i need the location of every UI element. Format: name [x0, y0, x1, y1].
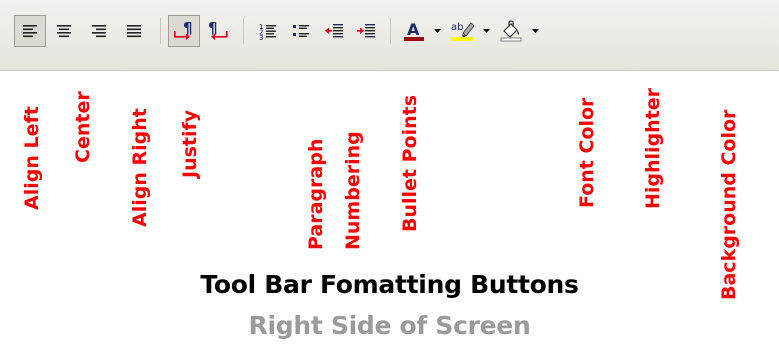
- background-color-button[interactable]: [495, 15, 527, 47]
- svg-text:¶: ¶: [208, 19, 218, 37]
- label-center: Center: [72, 91, 94, 163]
- chevron-down-icon: [531, 29, 539, 33]
- highlighter-button[interactable]: ab: [446, 15, 478, 47]
- label-highlighter: Highlighter: [642, 87, 664, 209]
- toolbar-separator: [390, 18, 391, 44]
- label-numbering: Numbering: [342, 131, 364, 250]
- highlighter-icon: ab: [451, 22, 475, 41]
- label-align-right: Align Right: [129, 108, 151, 227]
- label-paragraph: Paragraph: [305, 138, 327, 250]
- font-color-dropdown[interactable]: [431, 15, 443, 47]
- paragraph-ltr-button[interactable]: ¶: [168, 15, 200, 47]
- chevron-down-icon: [433, 29, 441, 33]
- paragraph-ltr-icon: ¶: [174, 19, 193, 40]
- justify-icon: [127, 25, 141, 38]
- align-right-button[interactable]: [83, 15, 115, 47]
- bullet-list-icon: [293, 25, 309, 37]
- numbering-button[interactable]: 1 2 3: [252, 15, 284, 47]
- align-right-icon: [92, 25, 106, 38]
- background-color-icon: [500, 20, 522, 42]
- font-color-icon: A: [404, 20, 424, 41]
- align-center-icon: [57, 25, 71, 38]
- label-align-left: Align Left: [21, 106, 43, 210]
- increase-indent-button[interactable]: [350, 15, 382, 47]
- align-left-icon: [23, 25, 37, 38]
- svg-text:A: A: [407, 20, 420, 39]
- label-font-color: Font Color: [576, 97, 598, 208]
- caption-subtitle: Right Side of Screen: [248, 311, 531, 340]
- svg-text:3: 3: [259, 34, 263, 40]
- paragraph-rtl-icon: ¶: [208, 19, 228, 40]
- label-bullet-points: Bullet Points: [399, 94, 421, 232]
- paragraph-rtl-button[interactable]: ¶: [202, 15, 234, 47]
- decrease-indent-icon: [325, 24, 343, 38]
- highlighter-dropdown[interactable]: [480, 15, 492, 47]
- caption-title: Tool Bar Fomatting Buttons: [200, 270, 579, 299]
- background-color-dropdown[interactable]: [529, 15, 541, 47]
- svg-text:¶: ¶: [183, 19, 193, 37]
- chevron-down-icon: [482, 29, 490, 33]
- numbered-list-icon: 1 2 3: [259, 23, 276, 40]
- justify-button[interactable]: [118, 15, 150, 47]
- decrease-indent-button[interactable]: [318, 15, 350, 47]
- label-justify: Justify: [179, 109, 201, 178]
- align-center-button[interactable]: [48, 15, 80, 47]
- bullets-button[interactable]: [285, 15, 317, 47]
- formatting-toolbar: ¶ ¶ 1 2 3 A ab: [0, 0, 779, 71]
- font-color-button[interactable]: A: [398, 15, 430, 47]
- toolbar-separator: [160, 18, 161, 44]
- toolbar-separator: [243, 18, 244, 44]
- increase-indent-icon: [357, 24, 375, 38]
- align-left-button[interactable]: [14, 15, 46, 47]
- toolbar-divider: [0, 70, 779, 71]
- svg-text:ab: ab: [451, 22, 463, 33]
